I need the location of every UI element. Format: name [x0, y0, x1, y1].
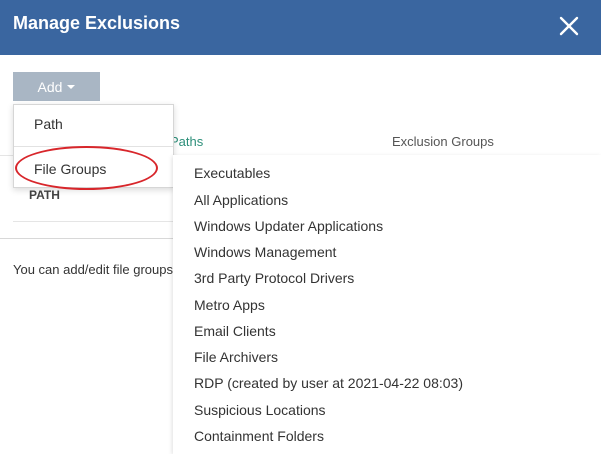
- tab-paths[interactable]: Paths: [170, 134, 203, 149]
- submenu-item[interactable]: Windows Management: [194, 244, 336, 260]
- info-text: You can add/edit file groups: [13, 262, 173, 277]
- caret-down-icon: [67, 84, 76, 89]
- column-header-path: PATH: [29, 188, 60, 202]
- add-button[interactable]: Add: [13, 72, 100, 101]
- menu-item-path[interactable]: Path: [34, 116, 63, 132]
- section-divider: [0, 238, 173, 239]
- submenu-item[interactable]: Windows Updater Applications: [194, 218, 383, 234]
- submenu-item[interactable]: 3rd Party Protocol Drivers: [194, 270, 354, 286]
- file-groups-submenu: Executables All Applications Windows Upd…: [173, 155, 601, 454]
- row-divider: [13, 221, 173, 222]
- dialog-title: Manage Exclusions: [13, 13, 181, 33]
- add-button-label: Add: [37, 78, 63, 95]
- submenu-item[interactable]: Email Clients: [194, 323, 276, 339]
- highlight-annotation: [15, 146, 158, 190]
- close-icon[interactable]: [557, 14, 581, 38]
- submenu-item[interactable]: Executables: [194, 165, 270, 181]
- dialog-header: Manage Exclusions: [0, 0, 601, 55]
- tab-exclusion-groups[interactable]: Exclusion Groups: [392, 134, 494, 149]
- submenu-item[interactable]: File Archivers: [194, 349, 278, 365]
- submenu-item[interactable]: Metro Apps: [194, 297, 265, 313]
- submenu-item[interactable]: RDP (created by user at 2021-04-22 08:03…: [194, 375, 463, 391]
- submenu-item[interactable]: All Applications: [194, 192, 288, 208]
- submenu-item[interactable]: Suspicious Locations: [194, 402, 326, 418]
- submenu-item[interactable]: Containment Folders: [194, 428, 324, 444]
